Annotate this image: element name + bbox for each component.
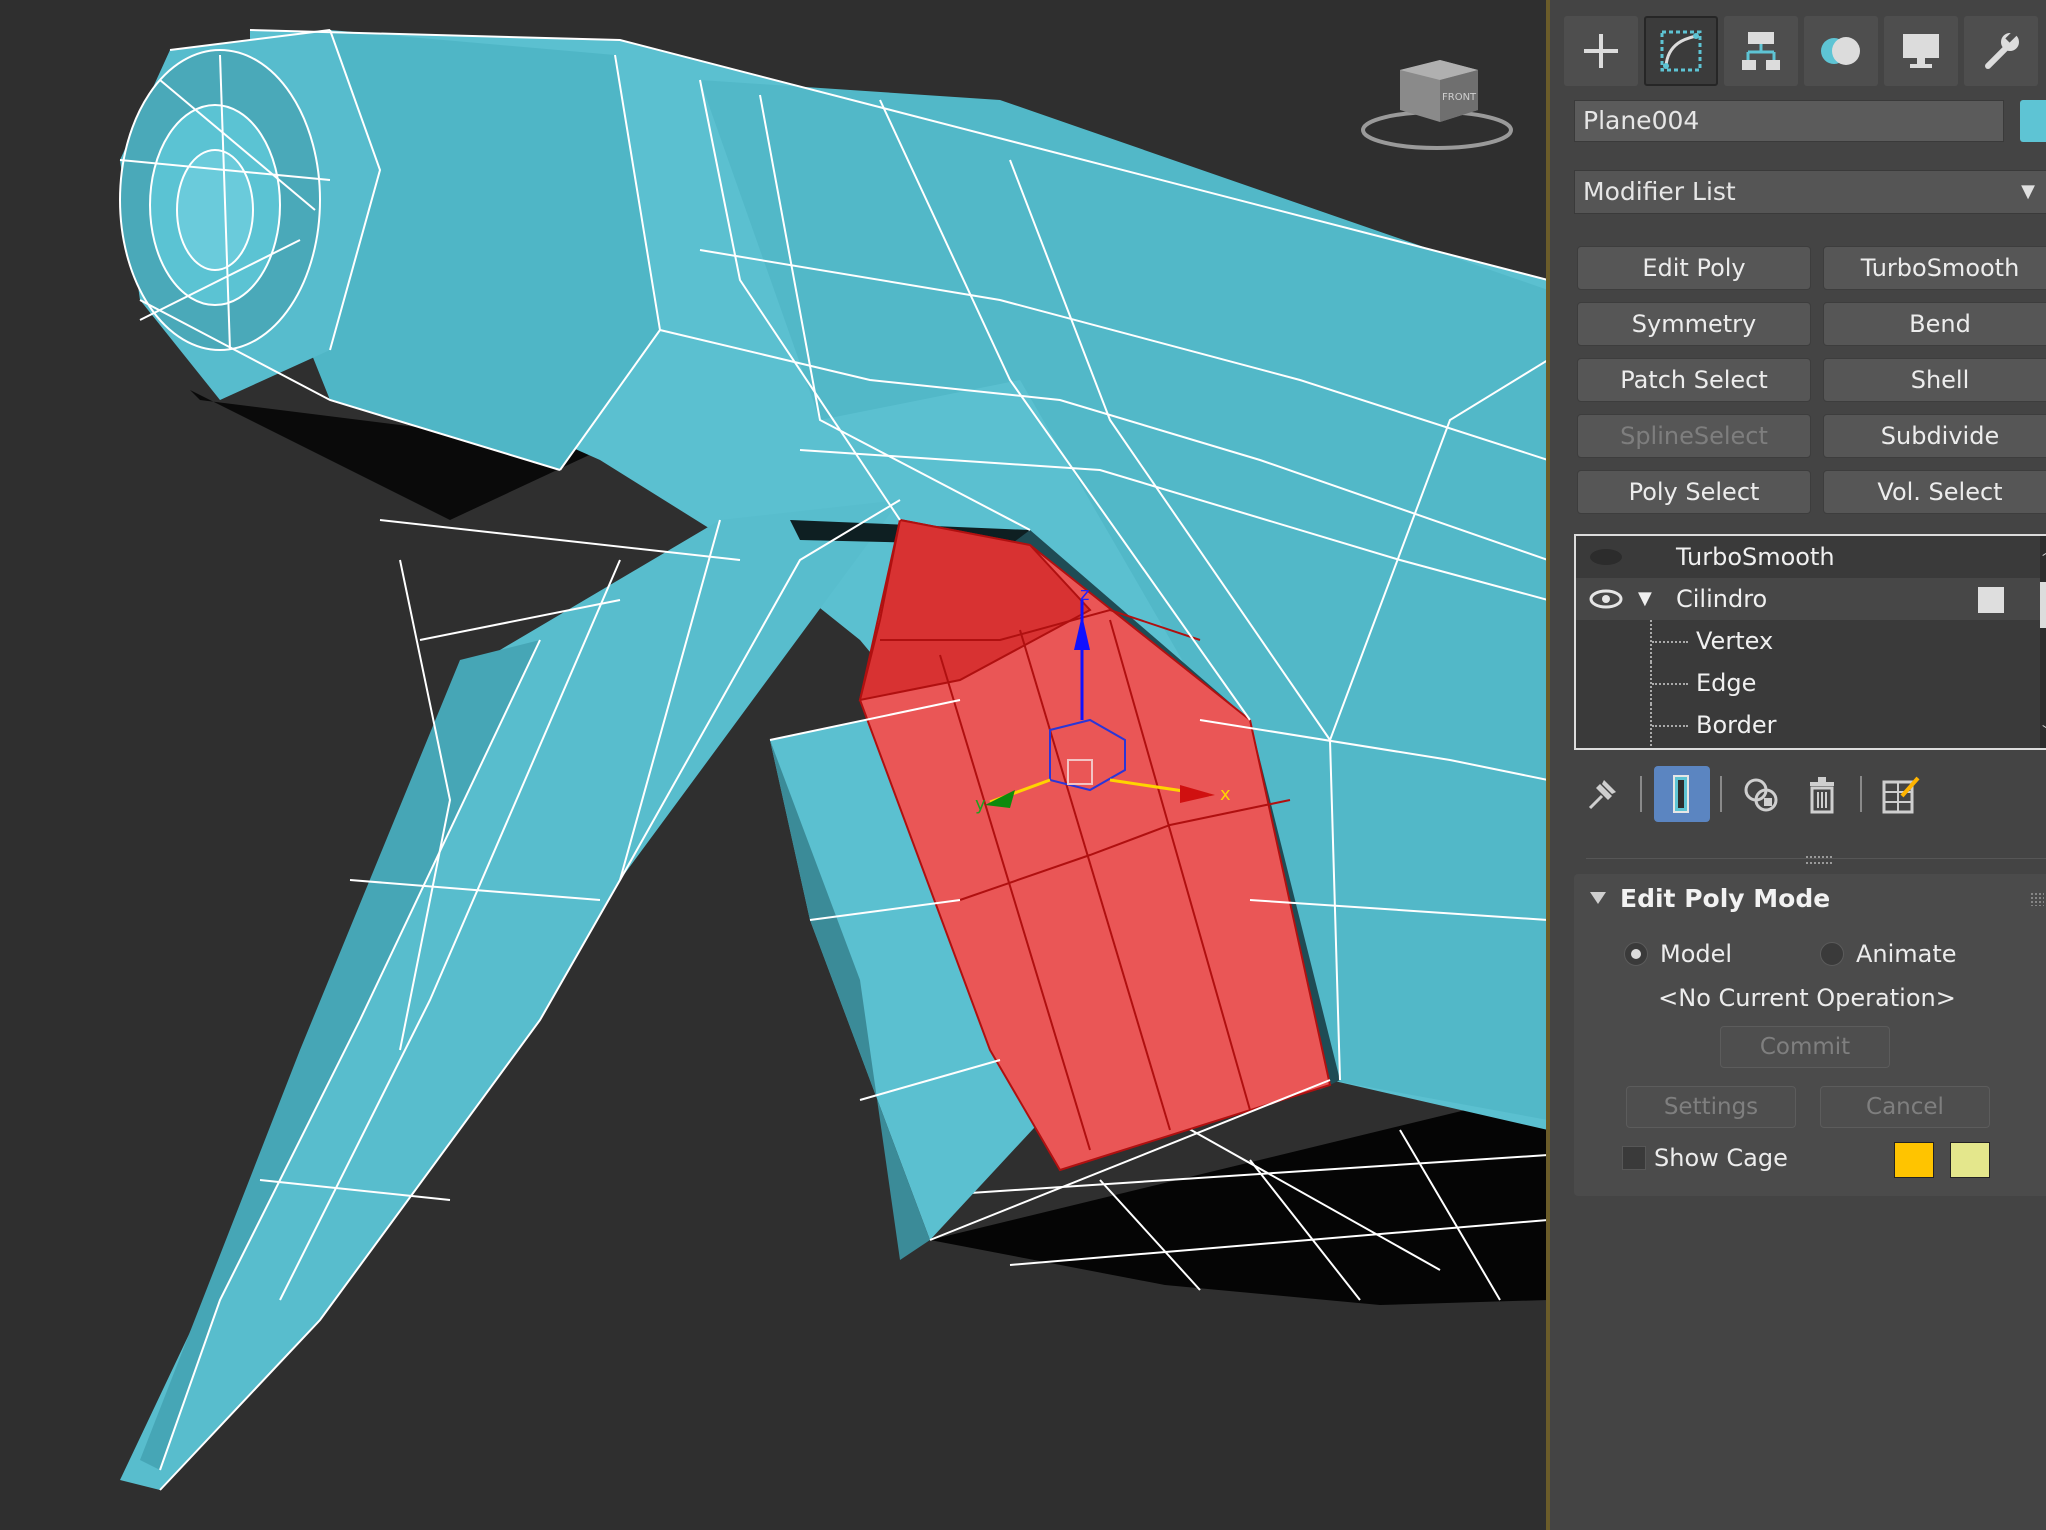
commit-button[interactable]: Commit: [1720, 1026, 1890, 1068]
animate-radio[interactable]: [1820, 942, 1844, 966]
motion-icon: [1821, 37, 1860, 65]
stack-item-cilindro[interactable]: ▼ Cilindro: [1576, 578, 2046, 620]
stack-item-lightbulb-toggle[interactable]: [1978, 587, 2004, 613]
expand-triangle-icon[interactable]: ▼: [1638, 578, 1652, 620]
tab-create[interactable]: [1564, 16, 1638, 86]
edit-poly-mode-rollout: Edit Poly Mode Model Animate <No Current…: [1574, 874, 2046, 1196]
viewcube[interactable]: FRONT: [1361, 60, 1513, 150]
show-cage-checkbox[interactable]: [1622, 1146, 1646, 1170]
tab-hierarchy[interactable]: [1724, 16, 1798, 86]
chevron-down-icon[interactable]: ﹀: [2042, 722, 2046, 742]
modify-curve-icon: [1660, 30, 1702, 72]
stack-subitem-border[interactable]: Border: [1576, 704, 2046, 746]
pin-stack-button[interactable]: [1574, 766, 1630, 822]
configure-modifier-sets-button[interactable]: [1874, 766, 1930, 822]
svg-text:FRONT: FRONT: [1442, 92, 1477, 103]
svg-text:y: y: [975, 794, 986, 815]
trash-icon: [1810, 777, 1834, 814]
modifier-list-dropdown[interactable]: Modifier List ▼: [1574, 170, 2046, 214]
hierarchy-icon: [1742, 32, 1780, 70]
modifier-button-vol-select[interactable]: Vol. Select: [1823, 470, 2046, 514]
model-radio-label: Model: [1660, 940, 1733, 968]
display-monitor-icon: [1903, 34, 1939, 68]
svg-text:x: x: [1220, 784, 1231, 805]
modifier-button-patch-select[interactable]: Patch Select: [1577, 358, 1811, 402]
settings-button[interactable]: Settings: [1626, 1086, 1796, 1128]
make-unique-icon: [1744, 778, 1778, 812]
modifier-button-poly-select[interactable]: Poly Select: [1577, 470, 1811, 514]
scrollbar-thumb[interactable]: [2040, 582, 2046, 628]
modifier-button-edit-poly[interactable]: Edit Poly: [1577, 246, 1811, 290]
model-radio[interactable]: [1624, 942, 1648, 966]
pin-icon: [1588, 780, 1616, 810]
stack-item-turbosmooth[interactable]: TurboSmooth: [1576, 536, 2046, 578]
wrench-icon: [1985, 31, 2019, 69]
show-cage-label: Show Cage: [1654, 1144, 1788, 1172]
tab-motion[interactable]: [1804, 16, 1878, 86]
svg-text:z: z: [1080, 584, 1089, 605]
cage-color-swatch[interactable]: [1894, 1142, 1934, 1178]
cage-selected-color-swatch[interactable]: [1950, 1142, 1990, 1178]
panel-resize-grip[interactable]: [1806, 856, 1832, 864]
animate-radio-label: Animate: [1856, 940, 1957, 968]
collapse-triangle-icon[interactable]: [1590, 892, 1606, 904]
tab-utilities[interactable]: [1964, 16, 2038, 86]
modifier-button-symmetry[interactable]: Symmetry: [1577, 302, 1811, 346]
eye-off-icon[interactable]: [1588, 547, 1624, 567]
stack-subitem-edge[interactable]: Edge: [1576, 662, 2046, 704]
plus-icon: [1584, 34, 1618, 68]
eye-icon[interactable]: [1588, 589, 1624, 609]
modifier-button-shell[interactable]: Shell: [1823, 358, 2046, 402]
configure-sets-icon: [1882, 776, 1920, 814]
command-panel-tabs: [1564, 16, 2038, 88]
current-operation-text: <No Current Operation>: [1658, 984, 1956, 1012]
tab-modify[interactable]: [1644, 16, 1718, 86]
stack-subitem-vertex[interactable]: Vertex: [1576, 620, 2046, 662]
rollout-drag-handle-icon[interactable]: [2030, 892, 2044, 906]
modifier-button-subdivide[interactable]: Subdivide: [1823, 414, 2046, 458]
modifier-button-bend[interactable]: Bend: [1823, 302, 2046, 346]
viewport-mesh: z x y FRONT: [119, 29, 1548, 1491]
make-unique-button[interactable]: [1734, 766, 1790, 822]
modifier-stack[interactable]: TurboSmooth ▼ Cilindro Vertex Edge Borde…: [1574, 534, 2046, 750]
modifier-button-turbosmooth[interactable]: TurboSmooth: [1823, 246, 2046, 290]
perspective-viewport[interactable]: z x y FRONT: [0, 0, 1548, 1530]
tab-display[interactable]: [1884, 16, 1958, 86]
rollout-title[interactable]: Edit Poly Mode: [1620, 884, 1830, 913]
chevron-up-icon[interactable]: ︿: [2042, 540, 2046, 560]
show-end-result-icon: [1673, 775, 1689, 813]
modifier-list-label: Modifier List: [1583, 177, 1736, 206]
object-name-field[interactable]: Plane004: [1574, 100, 2004, 142]
remove-modifier-button[interactable]: [1794, 766, 1850, 822]
cancel-button[interactable]: Cancel: [1820, 1086, 1990, 1128]
show-end-result-button[interactable]: [1654, 766, 1710, 822]
object-color-swatch[interactable]: [2020, 100, 2046, 142]
stack-scrollbar[interactable]: ︿ ﹀: [2040, 536, 2046, 748]
modifier-button-splineselect[interactable]: SplineSelect: [1577, 414, 1811, 458]
command-panel: Plane004 Modifier List ▼ Edit Poly Turbo…: [1550, 0, 2046, 1530]
chevron-down-icon: ▼: [2021, 181, 2035, 202]
